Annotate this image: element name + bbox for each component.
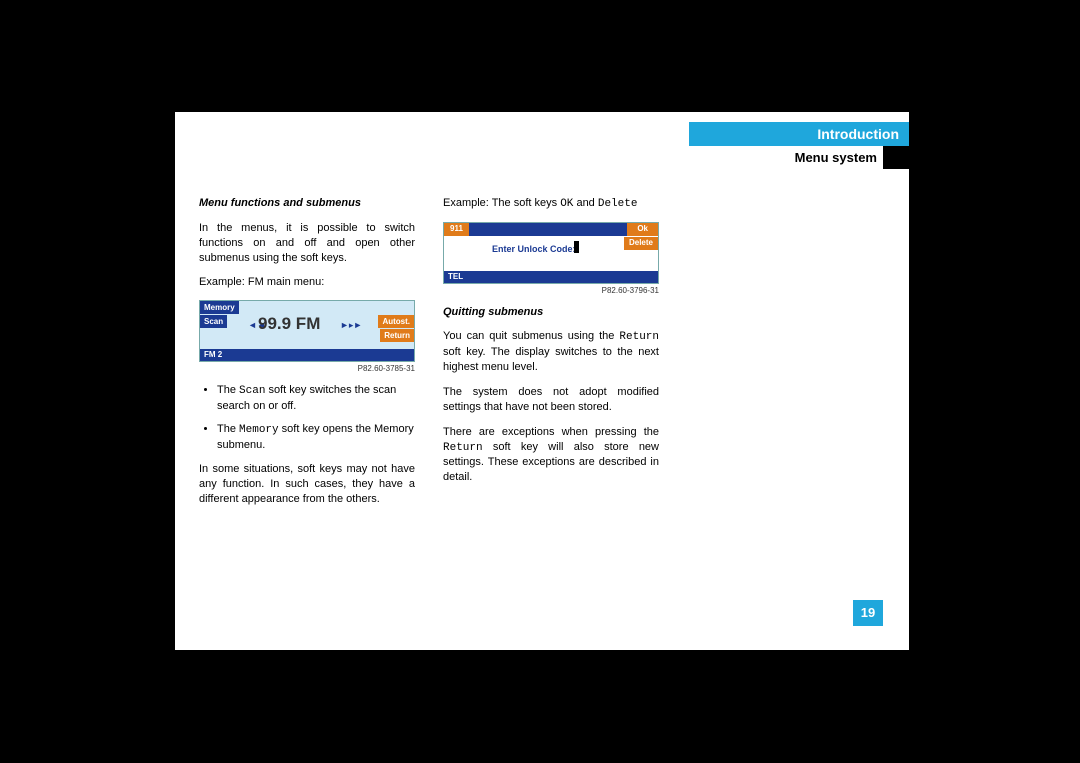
fm-frequency: 99.9 FM bbox=[258, 313, 320, 336]
softkey-return: Return bbox=[380, 329, 414, 342]
paragraph: The system does not adopt modified setti… bbox=[443, 385, 659, 415]
fm-main-menu-figure: Memory Scan ◄◄ 99.9 FM ►▸► Autost. Retur… bbox=[199, 300, 415, 362]
text: The bbox=[217, 384, 239, 396]
text: Example: The soft keys bbox=[443, 197, 560, 209]
softkey-name: Delete bbox=[598, 198, 638, 210]
paragraph: Example: The soft keys OK and Delete bbox=[443, 196, 659, 212]
softkey-scan: Scan bbox=[200, 315, 227, 328]
softkey-911: 911 bbox=[444, 223, 469, 236]
bullet-list: The Scan soft key switches the scan sear… bbox=[199, 383, 415, 452]
paragraph: There are exceptions when pressing the R… bbox=[443, 425, 659, 485]
unlock-prompt: Enter Unlock Code: bbox=[492, 243, 576, 255]
paragraph: In some situations, soft keys may not ha… bbox=[199, 462, 415, 507]
seek-right-icon: ►▸► bbox=[340, 319, 362, 331]
column-left: Menu functions and submenus In the menus… bbox=[199, 196, 415, 517]
text-cursor-icon bbox=[574, 241, 579, 253]
text: The bbox=[217, 423, 239, 435]
page-number: 19 bbox=[853, 600, 883, 626]
text: There are exceptions when pressing the bbox=[443, 426, 659, 438]
softkey-ok: Ok bbox=[627, 223, 658, 236]
paragraph: Example: FM main menu: bbox=[199, 275, 415, 290]
heading-menu-functions: Menu functions and submenus bbox=[199, 196, 415, 211]
softkey-memory: Memory bbox=[200, 301, 239, 314]
softkey-name: Return bbox=[619, 331, 659, 343]
header-chapter: Introduction bbox=[689, 122, 909, 146]
softkey-delete: Delete bbox=[624, 237, 658, 250]
paragraph: You can quit submenus using the Return s… bbox=[443, 329, 659, 375]
text: and bbox=[573, 197, 597, 209]
content-columns: Menu functions and submenus In the menus… bbox=[199, 196, 679, 517]
tel-top-bar bbox=[444, 223, 658, 236]
softkey-autost: Autost. bbox=[378, 315, 414, 328]
softkey-name: OK bbox=[560, 198, 573, 210]
softkey-name: Scan bbox=[239, 385, 265, 397]
tel-status-bar: TEL bbox=[444, 271, 658, 283]
header-section: Menu system bbox=[689, 146, 883, 169]
manual-page: Introduction Menu system Menu functions … bbox=[175, 112, 909, 650]
text: soft key. The display switches to the ne… bbox=[443, 346, 659, 373]
figure-reference: P82.60-3796-31 bbox=[443, 286, 659, 297]
list-item: The Scan soft key switches the scan sear… bbox=[217, 383, 415, 414]
heading-quitting-submenus: Quitting submenus bbox=[443, 305, 659, 320]
text: You can quit submenus using the bbox=[443, 330, 619, 342]
page-header: Introduction Menu system bbox=[689, 122, 909, 169]
softkey-name: Memory bbox=[239, 424, 279, 436]
fm-status-bar: FM 2 bbox=[200, 349, 414, 361]
column-right: Example: The soft keys OK and Delete 911… bbox=[443, 196, 659, 517]
list-item: The Memory soft key opens the Memory sub… bbox=[217, 422, 415, 453]
tel-unlock-figure: 911 Ok Delete Enter Unlock Code: TEL bbox=[443, 222, 659, 284]
figure-reference: P82.60-3785-31 bbox=[199, 364, 415, 375]
paragraph: In the menus, it is possible to switch f… bbox=[199, 221, 415, 266]
header-section-row: Menu system bbox=[689, 146, 909, 169]
softkey-name: Return bbox=[443, 442, 483, 454]
header-tab-marker bbox=[883, 146, 909, 169]
